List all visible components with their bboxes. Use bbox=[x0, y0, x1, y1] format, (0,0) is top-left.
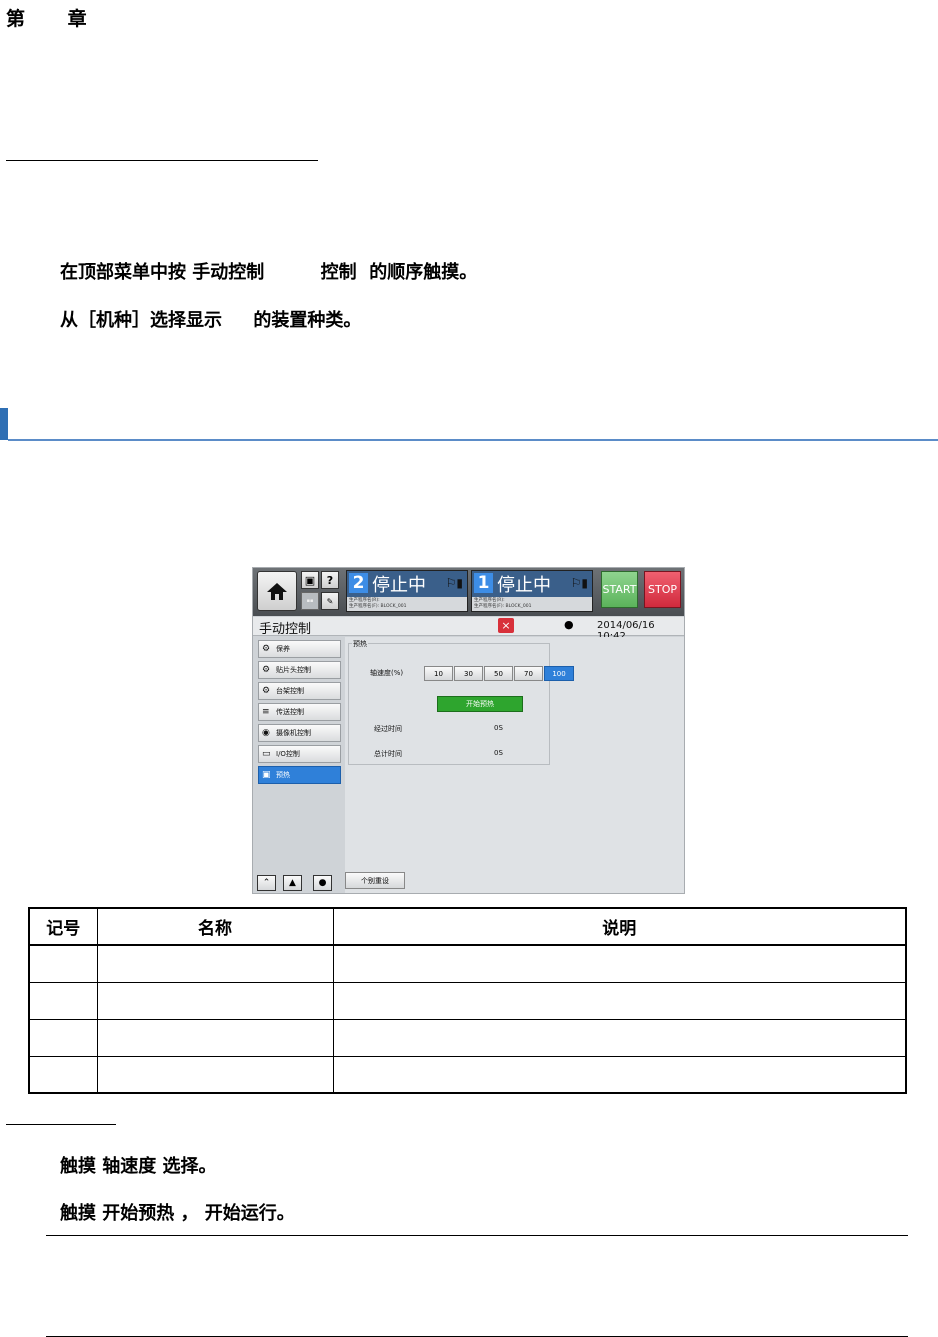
home-icon bbox=[267, 583, 287, 600]
info-icon[interactable]: ▣ bbox=[301, 571, 319, 589]
speed-option-30[interactable]: 30 bbox=[454, 666, 483, 681]
header-symbol: 记号 bbox=[28, 907, 98, 946]
user-icon[interactable]: ● bbox=[564, 618, 574, 631]
top-bar: ▣ ? ▪▪ ✎ 2 停止中 ⚐▮ 生产程序名(R): 生产程序名(F): BL… bbox=[253, 568, 684, 616]
close-button[interactable]: × bbox=[498, 618, 514, 633]
table-header-row: 记号 名称 说明 bbox=[28, 907, 907, 946]
head-icon: ⚙ bbox=[262, 665, 271, 675]
title-bar: 手动控制 × ● 2014/06/16 10:42 bbox=[253, 617, 684, 642]
table-row bbox=[28, 981, 907, 1020]
divider-line bbox=[46, 1235, 908, 1236]
scroll-up-icon[interactable]: ⌃ bbox=[257, 875, 276, 891]
table-row bbox=[28, 1018, 907, 1057]
io-icon: ▭ bbox=[262, 749, 271, 759]
step-4: 触摸 开始预热 ， 开始运行。 bbox=[60, 1203, 295, 1224]
speed-option-10[interactable]: 10 bbox=[424, 666, 453, 681]
elapsed-label: 经过时间 bbox=[374, 725, 402, 733]
header-description: 说明 bbox=[332, 907, 907, 946]
section-divider bbox=[8, 439, 938, 441]
section-marker bbox=[0, 408, 8, 440]
lane-2-label: 停止中 bbox=[372, 575, 426, 596]
lane-2-info: 生产程序名(R): 生产程序名(F): BLOCK_001 bbox=[347, 597, 467, 611]
lane-1-label: 停止中 bbox=[497, 575, 551, 596]
sidebar-item-preheat[interactable]: ▣ 预热 bbox=[258, 766, 341, 784]
lane-1-number: 1 bbox=[474, 573, 493, 593]
speed-option-50[interactable]: 50 bbox=[484, 666, 513, 681]
table-row bbox=[28, 1055, 907, 1094]
individual-reset-button[interactable]: 个别重设 bbox=[345, 872, 405, 889]
sub-icon-a[interactable]: ▪▪ bbox=[301, 592, 319, 610]
stop-button[interactable]: STOP bbox=[644, 571, 681, 608]
total-label: 总计时间 bbox=[374, 750, 402, 758]
note-rule bbox=[6, 1124, 116, 1125]
header-name: 名称 bbox=[96, 907, 334, 946]
table-row bbox=[28, 944, 907, 983]
home-button[interactable] bbox=[257, 571, 297, 611]
camera-icon: ◉ bbox=[262, 728, 270, 738]
group-title: 预热 bbox=[352, 639, 368, 649]
warning-icon[interactable]: ▲ bbox=[283, 875, 302, 891]
maintenance-icon: ⚙ bbox=[262, 644, 271, 654]
lane-2-number: 2 bbox=[349, 573, 368, 593]
sidebar-item-head-control[interactable]: ⚙ 贴片头控制 bbox=[258, 661, 341, 679]
start-button[interactable]: START bbox=[601, 571, 638, 608]
start-preheat-button[interactable]: 开始预热 bbox=[437, 696, 523, 712]
sidebar-item-maintenance[interactable]: ⚙ 保养 bbox=[258, 640, 341, 658]
sidebar-item-stage-control[interactable]: ⚙ 台架控制 bbox=[258, 682, 341, 700]
conveyor-icon: ≡ bbox=[262, 707, 270, 717]
screen-title: 手动控制 bbox=[259, 622, 312, 637]
preheat-group: 预热 轴速度(%) 10 30 50 70 100 开始预热 经过时间 0S 总… bbox=[348, 639, 574, 765]
lane-1-info: 生产程序名(R): 生产程序名(F): BLOCK_001 bbox=[472, 597, 592, 611]
speed-option-100[interactable]: 100 bbox=[544, 666, 574, 681]
elapsed-value: 0S bbox=[494, 724, 503, 732]
feeder-icon: ⚐▮ bbox=[570, 576, 588, 590]
sidebar: ⚙ 保养 ⚙ 贴片头控制 ⚙ 台架控制 ≡ 传送控制 ◉ 摄像机控制 ▭ I/O控制 ▣ 预热… bbox=[253, 637, 345, 893]
step-2: 从［机种］选择显示 的装置种类。 bbox=[60, 310, 362, 331]
sidebar-item-io-control[interactable]: ▭ I/O控制 bbox=[258, 745, 341, 763]
info-circle-icon[interactable]: ● bbox=[313, 875, 332, 891]
legend-table: 记号 名称 说明 bbox=[28, 907, 907, 1094]
main-panel: 预热 轴速度(%) 10 30 50 70 100 开始预热 经过时间 0S 总… bbox=[345, 637, 684, 893]
lane-1-status[interactable]: 1 停止中 ⚐▮ 生产程序名(R): 生产程序名(F): BLOCK_001 bbox=[471, 570, 593, 612]
preheat-icon: ▣ bbox=[262, 770, 271, 780]
sidebar-item-camera-control[interactable]: ◉ 摄像机控制 bbox=[258, 724, 341, 742]
manual-control-screen: ▣ ? ▪▪ ✎ 2 停止中 ⚐▮ 生产程序名(R): 生产程序名(F): BL… bbox=[252, 567, 685, 894]
lane-2-status[interactable]: 2 停止中 ⚐▮ 生产程序名(R): 生产程序名(F): BLOCK_001 bbox=[346, 570, 468, 612]
total-value: 0S bbox=[494, 749, 503, 757]
step-3: 触摸 轴速度 选择。 bbox=[60, 1156, 217, 1177]
header-rule bbox=[6, 160, 318, 161]
feeder-icon: ⚐▮ bbox=[445, 576, 463, 590]
stage-icon: ⚙ bbox=[262, 686, 271, 696]
help-button[interactable]: ? bbox=[321, 571, 339, 589]
chapter-label: 第 章 bbox=[6, 8, 105, 30]
step-1: 在顶部菜单中按 手动控制 控制 的顺序触摸。 bbox=[60, 262, 478, 283]
speed-option-70[interactable]: 70 bbox=[514, 666, 543, 681]
sidebar-item-conveyor-control[interactable]: ≡ 传送控制 bbox=[258, 703, 341, 721]
axis-speed-label: 轴速度(%) bbox=[370, 669, 404, 677]
edit-icon[interactable]: ✎ bbox=[321, 592, 339, 610]
